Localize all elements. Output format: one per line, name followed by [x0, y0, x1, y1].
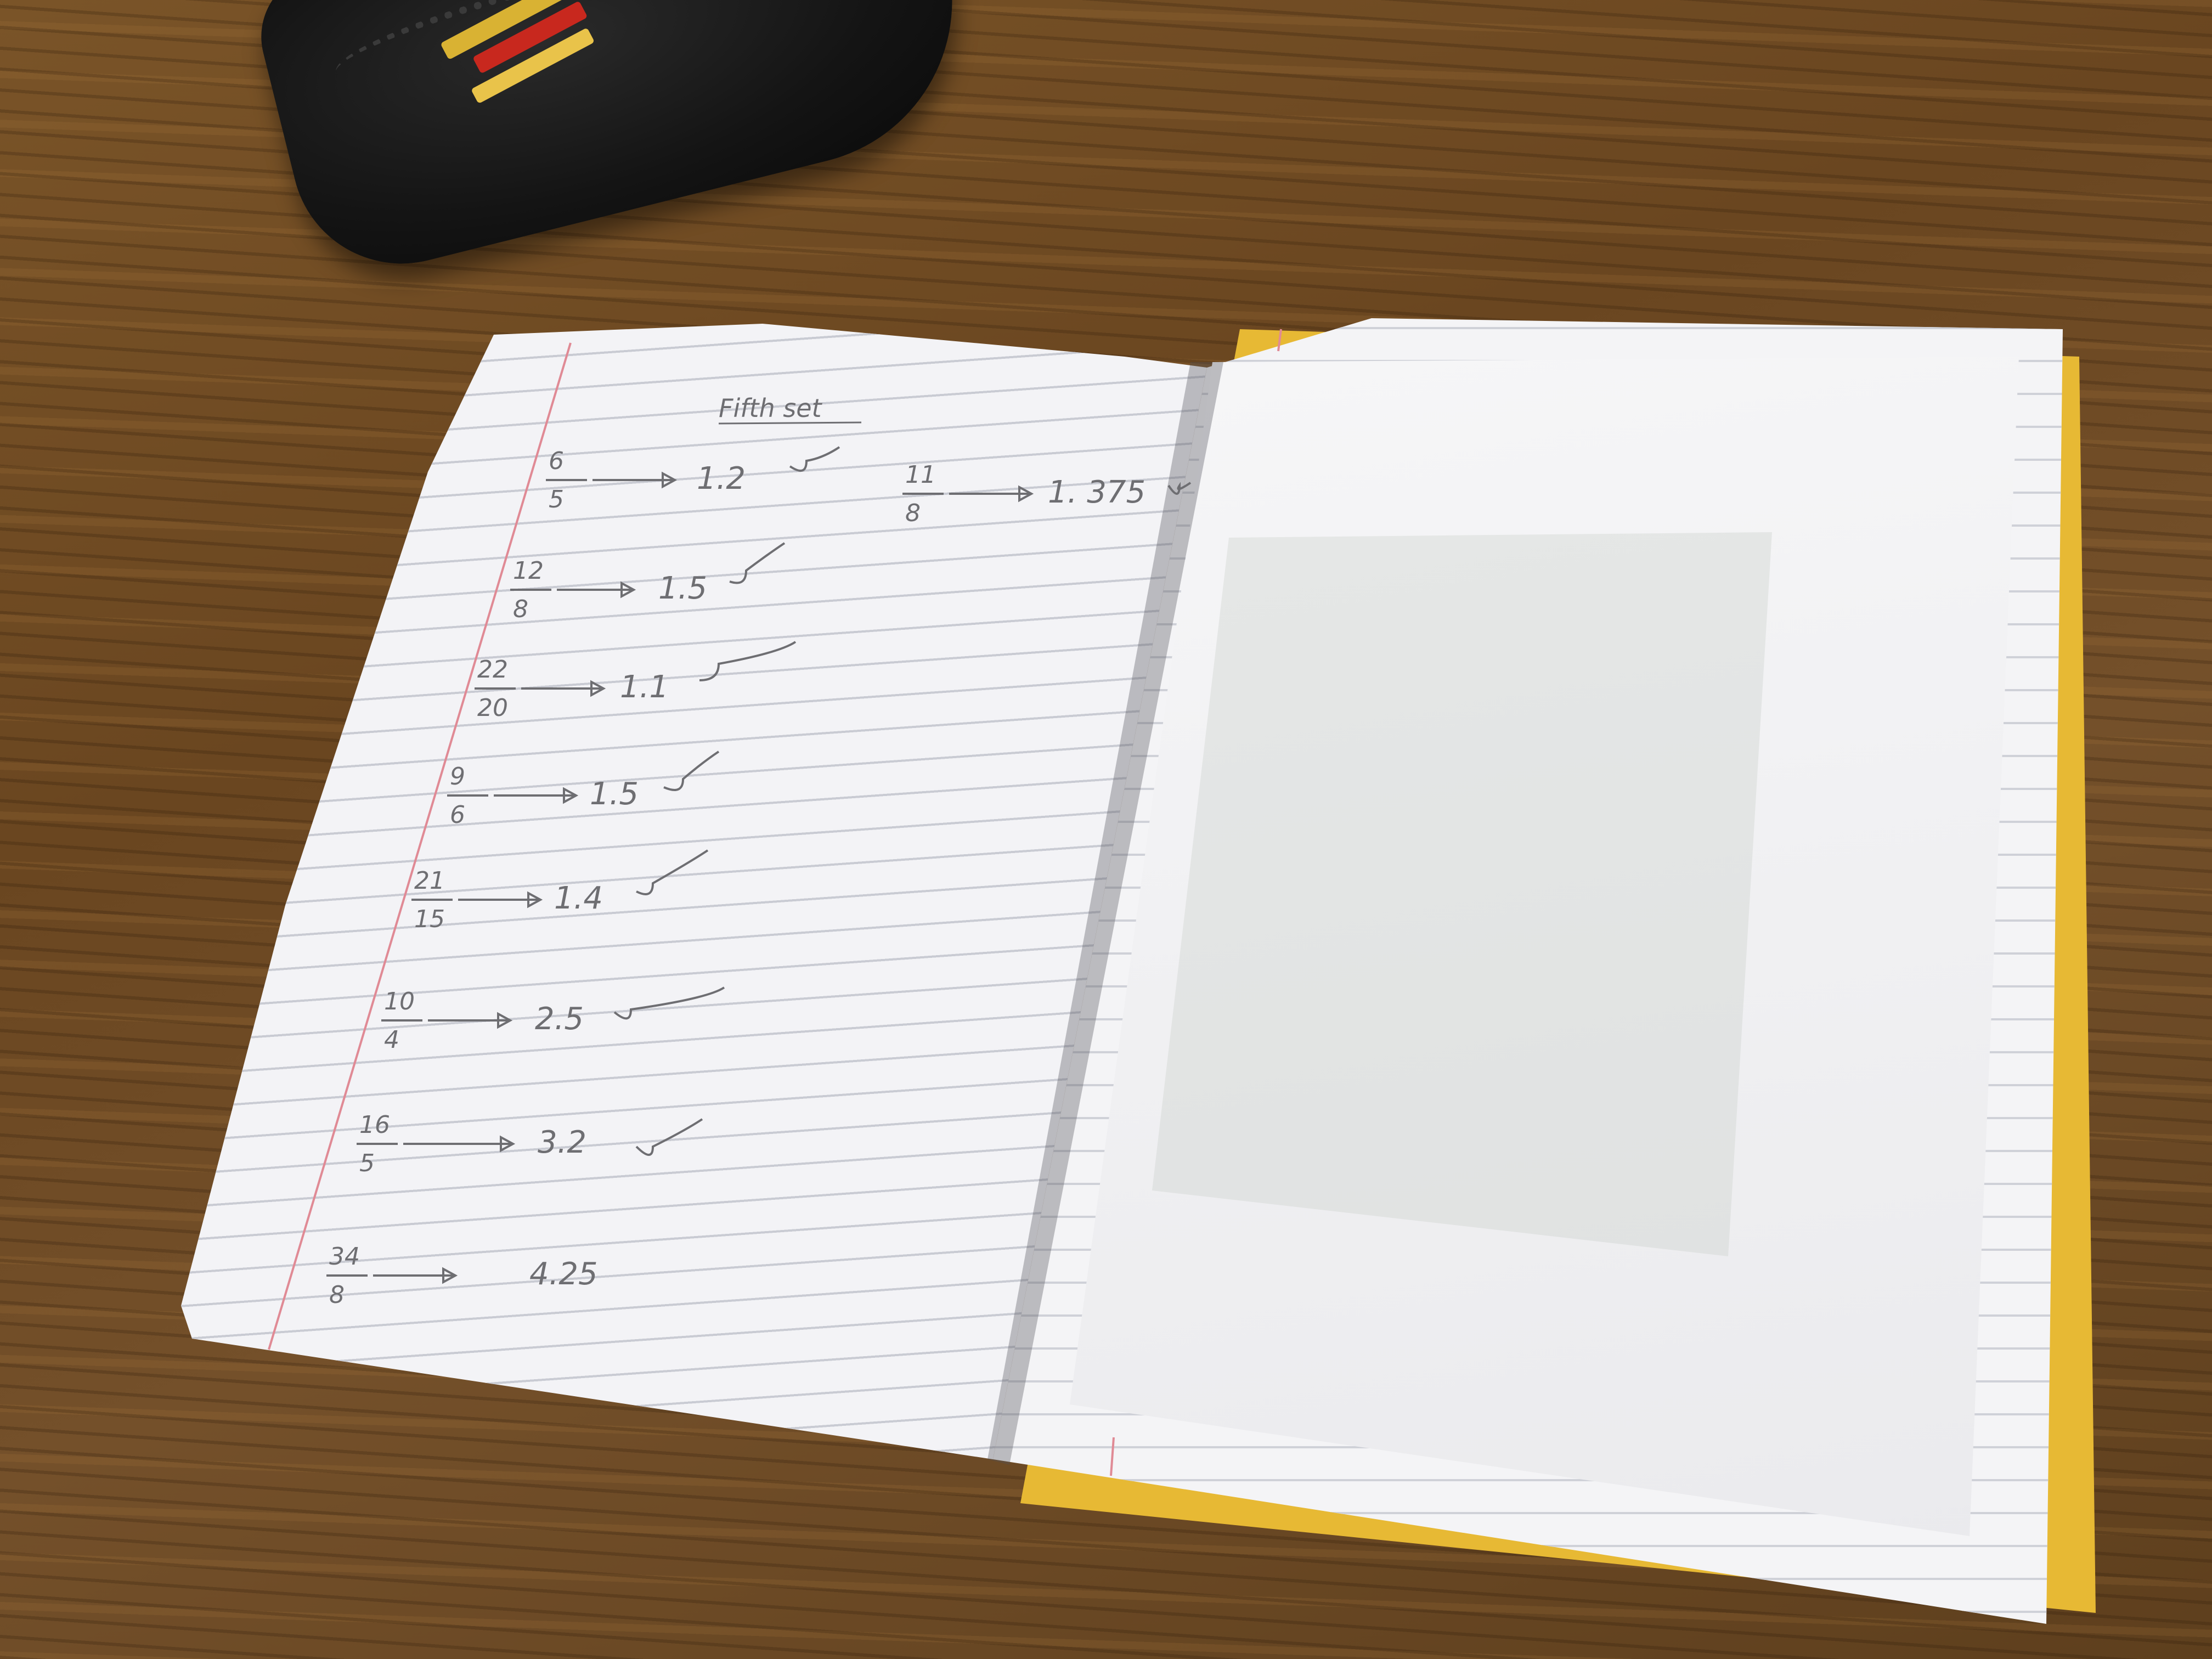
- right-margin-line-top: [1277, 329, 1282, 352]
- fraction-denominator: 8: [905, 499, 921, 527]
- fraction-numerator: 12: [513, 557, 544, 585]
- fraction-numerator: 22: [477, 656, 508, 684]
- decimal-answer: 2.5: [535, 1001, 584, 1037]
- fraction-denominator: 4: [384, 1026, 399, 1054]
- decimal-answer: 1.1: [620, 669, 669, 705]
- handwriting-layer: Fifth set 651.2 1181. 3751281.522201.1961…: [268, 329, 1282, 1476]
- checkmark-icon: [636, 849, 709, 895]
- arrow-icon: [458, 891, 543, 909]
- checkmark-icon: [699, 641, 797, 681]
- checkmark-icon: [635, 1118, 703, 1156]
- fraction-numerator: 9: [450, 763, 465, 791]
- arrow-icon: [557, 581, 636, 599]
- exercise-item: 21 15 1.4: [411, 849, 709, 933]
- open-exercise-book: Fifth set 6 5 1.2 11 8 1. 375 12 8 1.5 22 20 1.1 9 6 1…: [0, 0, 2212, 1659]
- fraction-denominator: 8: [329, 1281, 345, 1309]
- exercise-list: 651.2 1181. 3751281.522201.1961.521151.41…: [326, 446, 1192, 1309]
- decimal-answer: 4.25: [529, 1256, 598, 1292]
- arrow-icon: [373, 1267, 458, 1284]
- exercise-item: 651.2: [546, 446, 840, 514]
- arrow-icon: [494, 787, 579, 804]
- fraction-denominator: 5: [359, 1149, 375, 1177]
- decimal-answer: 1. 375: [1048, 475, 1146, 510]
- page-heading: Fifth set: [719, 393, 823, 423]
- right-margin-line-bottom: [1110, 1437, 1115, 1476]
- arrow-icon: [592, 471, 678, 489]
- fraction-numerator: 34: [329, 1243, 360, 1271]
- checkmark-icon: [789, 446, 840, 472]
- checkmark-icon: [613, 986, 725, 1020]
- heading-underline: [718, 421, 862, 425]
- fraction-denominator: 6: [450, 801, 465, 829]
- left-margin-line: [268, 342, 572, 1350]
- decimal-answer: 1.2: [697, 461, 746, 496]
- checkmark-icon: [663, 751, 720, 791]
- checkmark-icon: [1167, 482, 1192, 495]
- exercise-item: 10 4 2.5: [381, 986, 725, 1054]
- fraction-numerator: 16: [359, 1111, 390, 1139]
- fraction-numerator: 11: [905, 461, 936, 489]
- arrow-icon: [428, 1012, 513, 1029]
- exercise-item: 16 5 3.2: [357, 1111, 703, 1177]
- decimal-answer: 1.4: [554, 881, 603, 916]
- arrow-icon: [521, 680, 606, 697]
- checkmark-icon: [729, 542, 786, 584]
- fraction-denominator: 20: [477, 694, 508, 722]
- fraction-denominator: 5: [549, 486, 564, 514]
- fraction-numerator: 21: [414, 867, 445, 895]
- exercise-item: 34 8 4.25: [326, 1243, 598, 1309]
- fraction-numerator: 10: [384, 988, 415, 1015]
- fraction-numerator: 6: [549, 447, 564, 475]
- exercise-item: 11 8 1. 375: [902, 461, 1192, 527]
- decimal-answer: 1.5: [658, 571, 707, 606]
- exercise-item: 12 8 1.5: [510, 542, 786, 623]
- exercise-item: 961.5: [447, 751, 720, 829]
- desk-scene: Fifth set 6 5 1.2 11 8 1. 375 12 8 1.5 22 20 1.1 9 6 1…: [0, 0, 2212, 1659]
- decimal-answer: 1.5: [590, 776, 639, 812]
- arrow-icon: [949, 485, 1034, 503]
- fraction-denominator: 15: [414, 905, 445, 933]
- exercise-item: 22 20 1.1: [475, 641, 797, 722]
- fraction-denominator: 8: [513, 595, 528, 623]
- decimal-answer: 3.2: [538, 1125, 586, 1160]
- arrow-icon: [403, 1135, 516, 1153]
